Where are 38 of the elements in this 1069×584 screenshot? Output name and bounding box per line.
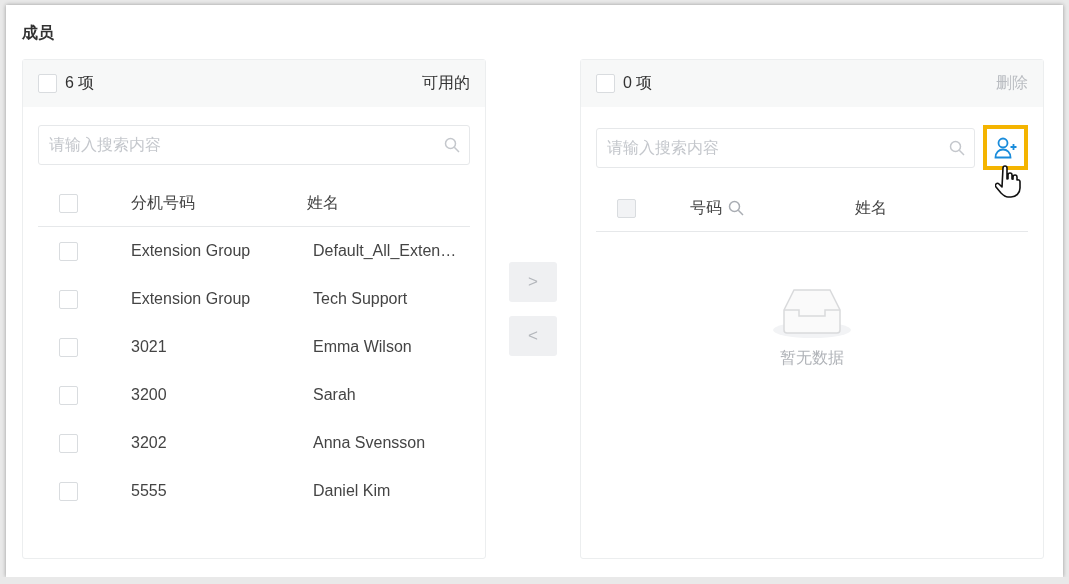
checkbox[interactable] xyxy=(59,385,78,405)
table-cell-text: Tech Support xyxy=(313,290,409,308)
table-cell-text: 3202 xyxy=(131,434,168,452)
checkbox[interactable] xyxy=(59,289,78,309)
checkbox[interactable] xyxy=(59,337,78,357)
panel-title: 可用的 xyxy=(422,73,470,93)
table-cell-text: Default_All_Exten… xyxy=(313,242,458,260)
table-cell-text: Emma Wilson xyxy=(313,338,413,356)
checkbox[interactable] xyxy=(59,193,78,213)
empty-tray-icon xyxy=(772,288,852,340)
table-cell-text: Daniel Kim xyxy=(313,482,392,500)
table-cell-text: Extension Group xyxy=(131,242,252,260)
table-cell-text: Extension Group xyxy=(131,290,252,308)
checkbox[interactable] xyxy=(596,74,615,93)
column-header: 分机号码 xyxy=(131,192,195,213)
table-cell-text: Anna Svensson xyxy=(313,434,427,452)
search-icon xyxy=(728,200,744,216)
hand-cursor-icon xyxy=(995,165,1021,199)
add-user-icon xyxy=(993,136,1018,159)
column-header: 姓名 xyxy=(307,192,339,213)
table-cell-text: Sarah xyxy=(313,386,357,404)
search-field[interactable]: 请输入搜索内容 xyxy=(38,125,470,165)
checkbox[interactable] xyxy=(59,241,78,261)
item-count: 0 项 xyxy=(623,73,653,93)
column-header: 姓名 xyxy=(855,197,887,218)
checkbox[interactable] xyxy=(59,433,78,453)
table-cell-text: 5555 xyxy=(131,482,168,500)
search-field[interactable]: 请输入搜索内容 xyxy=(596,127,975,168)
table-cell-text: 3021 xyxy=(131,338,168,356)
column-header: 号码 xyxy=(690,197,722,218)
section-title: 成员 xyxy=(22,23,55,43)
table-cell-text: 3200 xyxy=(131,386,168,404)
checkbox[interactable] xyxy=(38,74,57,93)
checkbox[interactable] xyxy=(59,481,78,501)
item-count: 6 项 xyxy=(65,73,95,93)
search-icon xyxy=(444,137,460,153)
search-icon xyxy=(949,139,965,156)
empty-message: 暂无数据 xyxy=(780,348,844,368)
